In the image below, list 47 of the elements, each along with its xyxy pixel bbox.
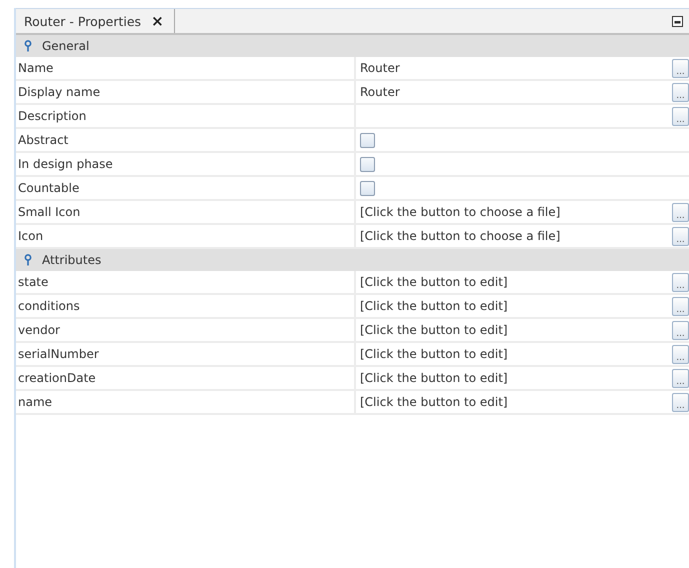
ellipsis-button[interactable]: ... (672, 392, 689, 412)
property-label: In design phase (16, 153, 356, 175)
ellipsis-button[interactable]: ... (672, 320, 689, 340)
ellipsis-button[interactable]: ... (672, 58, 689, 78)
ellipsis-button[interactable]: ... (672, 368, 689, 388)
ellipsis-button[interactable]: ... (672, 82, 689, 102)
property-label: name (16, 391, 356, 413)
property-label: Countable (16, 177, 356, 199)
property-value: Router (360, 61, 401, 75)
property-label: conditions (16, 295, 356, 317)
property-value: [Click the button to choose a file] (360, 205, 562, 219)
close-button[interactable]: × (151, 12, 164, 30)
ellipsis-button[interactable]: ... (672, 106, 689, 126)
property-label: Description (16, 105, 356, 127)
property-value: [Click the button to edit] (360, 395, 509, 409)
property-label: creationDate (16, 367, 356, 389)
tab-title: Router - Properties (24, 14, 142, 28)
key-icon (24, 40, 32, 52)
property-label: serialNumber (16, 343, 356, 365)
section-header[interactable]: Attributes (16, 249, 689, 271)
property-value: [Click the button to edit] (360, 371, 509, 385)
ellipsis-button[interactable]: ... (672, 296, 689, 316)
section-title: Attributes (42, 253, 102, 267)
section-title: General (42, 39, 90, 53)
property-value: Router (360, 85, 401, 99)
property-label: vendor (16, 319, 356, 341)
ellipsis-button[interactable]: ... (672, 272, 689, 292)
checkbox[interactable] (360, 156, 375, 172)
property-value: [Click the button to edit] (360, 347, 509, 361)
property-value: [Click the button to edit] (360, 275, 509, 289)
checkbox[interactable] (360, 180, 375, 196)
property-label: Display name (16, 81, 356, 103)
key-icon (24, 254, 32, 266)
property-value: [Click the button to edit] (360, 323, 509, 337)
property-value: [Click the button to edit] (360, 299, 509, 313)
property-label: Icon (16, 225, 356, 247)
checkbox[interactable] (360, 132, 375, 148)
property-label: Abstract (16, 129, 356, 151)
ellipsis-button[interactable]: ... (672, 226, 689, 246)
minimize-icon[interactable] (672, 16, 683, 26)
property-value: [Click the button to choose a file] (360, 229, 562, 243)
property-label: Name (16, 57, 356, 79)
section-header[interactable]: General (16, 35, 689, 57)
ellipsis-button[interactable]: ... (672, 202, 689, 222)
property-label: Small Icon (16, 201, 356, 223)
ellipsis-button[interactable]: ... (672, 344, 689, 364)
property-label: state (16, 271, 356, 293)
